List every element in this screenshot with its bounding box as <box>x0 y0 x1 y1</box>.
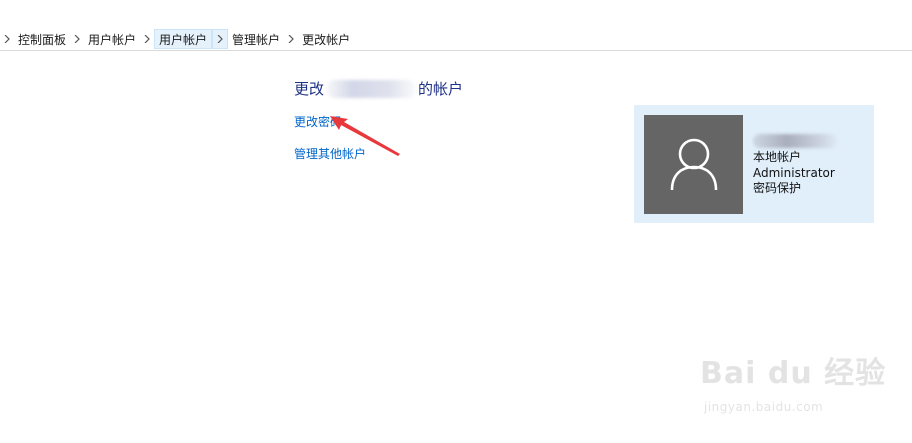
baidu-jingyan-watermark: Bai du 经验 jingyan.baidu.com <box>700 348 885 423</box>
breadcrumb-separator-icon[interactable] <box>70 29 84 49</box>
account-group: Administrator <box>753 165 835 180</box>
breadcrumb-separator-icon[interactable] <box>212 29 229 49</box>
account-card: 本地帐户 Administrator 密码保护 <box>634 105 874 223</box>
breadcrumb-item-control-panel[interactable]: 控制面板 <box>14 29 70 49</box>
page-title-suffix: 的帐户 <box>418 80 464 98</box>
breadcrumb-item-user-accounts-sub[interactable]: 用户帐户 <box>154 29 213 49</box>
user-icon <box>670 138 717 190</box>
breadcrumb-item-manage-accounts[interactable]: 管理帐户 <box>228 29 284 49</box>
breadcrumb-item-user-accounts[interactable]: 用户帐户 <box>84 29 140 49</box>
account-protection: 密码保护 <box>753 181 802 195</box>
account-type: 本地帐户 <box>753 150 802 164</box>
annotation-arrow-icon <box>330 116 400 156</box>
breadcrumb-separator-icon[interactable] <box>140 29 154 49</box>
watermark-sub: jingyan.baidu.com <box>704 400 824 414</box>
page-title-prefix: 更改 <box>294 80 325 98</box>
redacted-user-name <box>753 134 837 148</box>
breadcrumb: 控制面板 用户帐户 用户帐户 管理帐户 更改帐户 <box>0 28 912 51</box>
watermark-main: Bai du 经验 <box>700 356 887 391</box>
breadcrumb-separator-icon[interactable] <box>284 29 298 49</box>
avatar <box>644 115 743 214</box>
breadcrumb-item-change-account[interactable]: 更改帐户 <box>298 29 354 49</box>
page-title: 更改 的帐户 <box>294 78 463 99</box>
redacted-account-name <box>326 79 417 98</box>
account-details: 本地帐户 Administrator 密码保护 <box>753 150 835 197</box>
window-top-area <box>0 0 912 29</box>
breadcrumb-separator-icon[interactable] <box>0 29 14 49</box>
